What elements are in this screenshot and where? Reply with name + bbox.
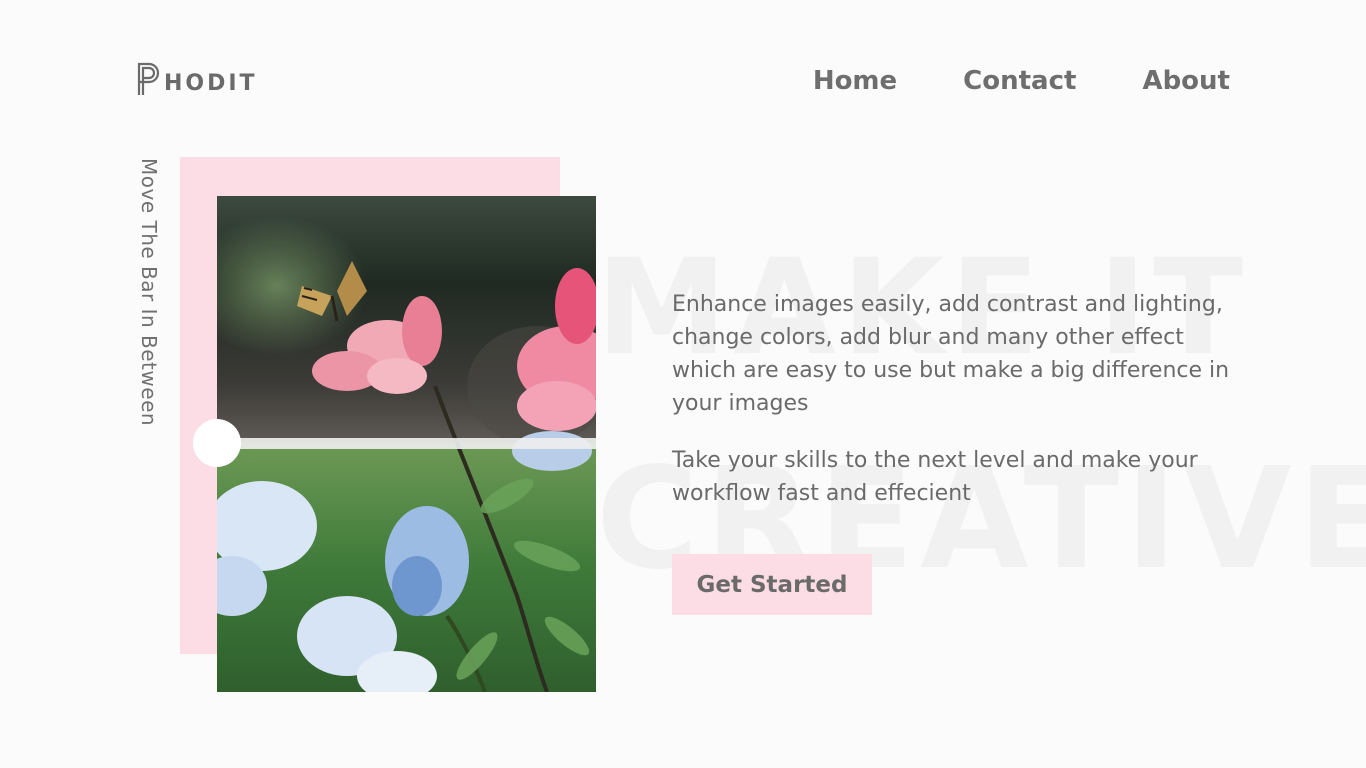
- comparison-slider-handle[interactable]: [193, 419, 241, 467]
- brand-logo[interactable]: HODIT: [136, 62, 258, 96]
- hero-content: Enhance images easily, add contrast and …: [672, 288, 1232, 510]
- hero-subdescription: Take your skills to the next level and m…: [672, 448, 1198, 506]
- nav-home-link[interactable]: Home: [813, 64, 897, 98]
- main-nav: Home Contact About: [813, 64, 1230, 98]
- p-letter-icon: [137, 62, 160, 95]
- hero-description: Enhance images easily, add contrast and …: [672, 292, 1230, 416]
- comparison-slider-bar[interactable]: [217, 438, 596, 449]
- nav-about-link[interactable]: About: [1142, 64, 1230, 98]
- get-started-button[interactable]: Get Started: [672, 554, 872, 615]
- nav-contact-link[interactable]: Contact: [963, 64, 1076, 98]
- slider-instruction: Move The Bar In Between: [137, 158, 161, 427]
- brand-name: HODIT: [164, 71, 258, 96]
